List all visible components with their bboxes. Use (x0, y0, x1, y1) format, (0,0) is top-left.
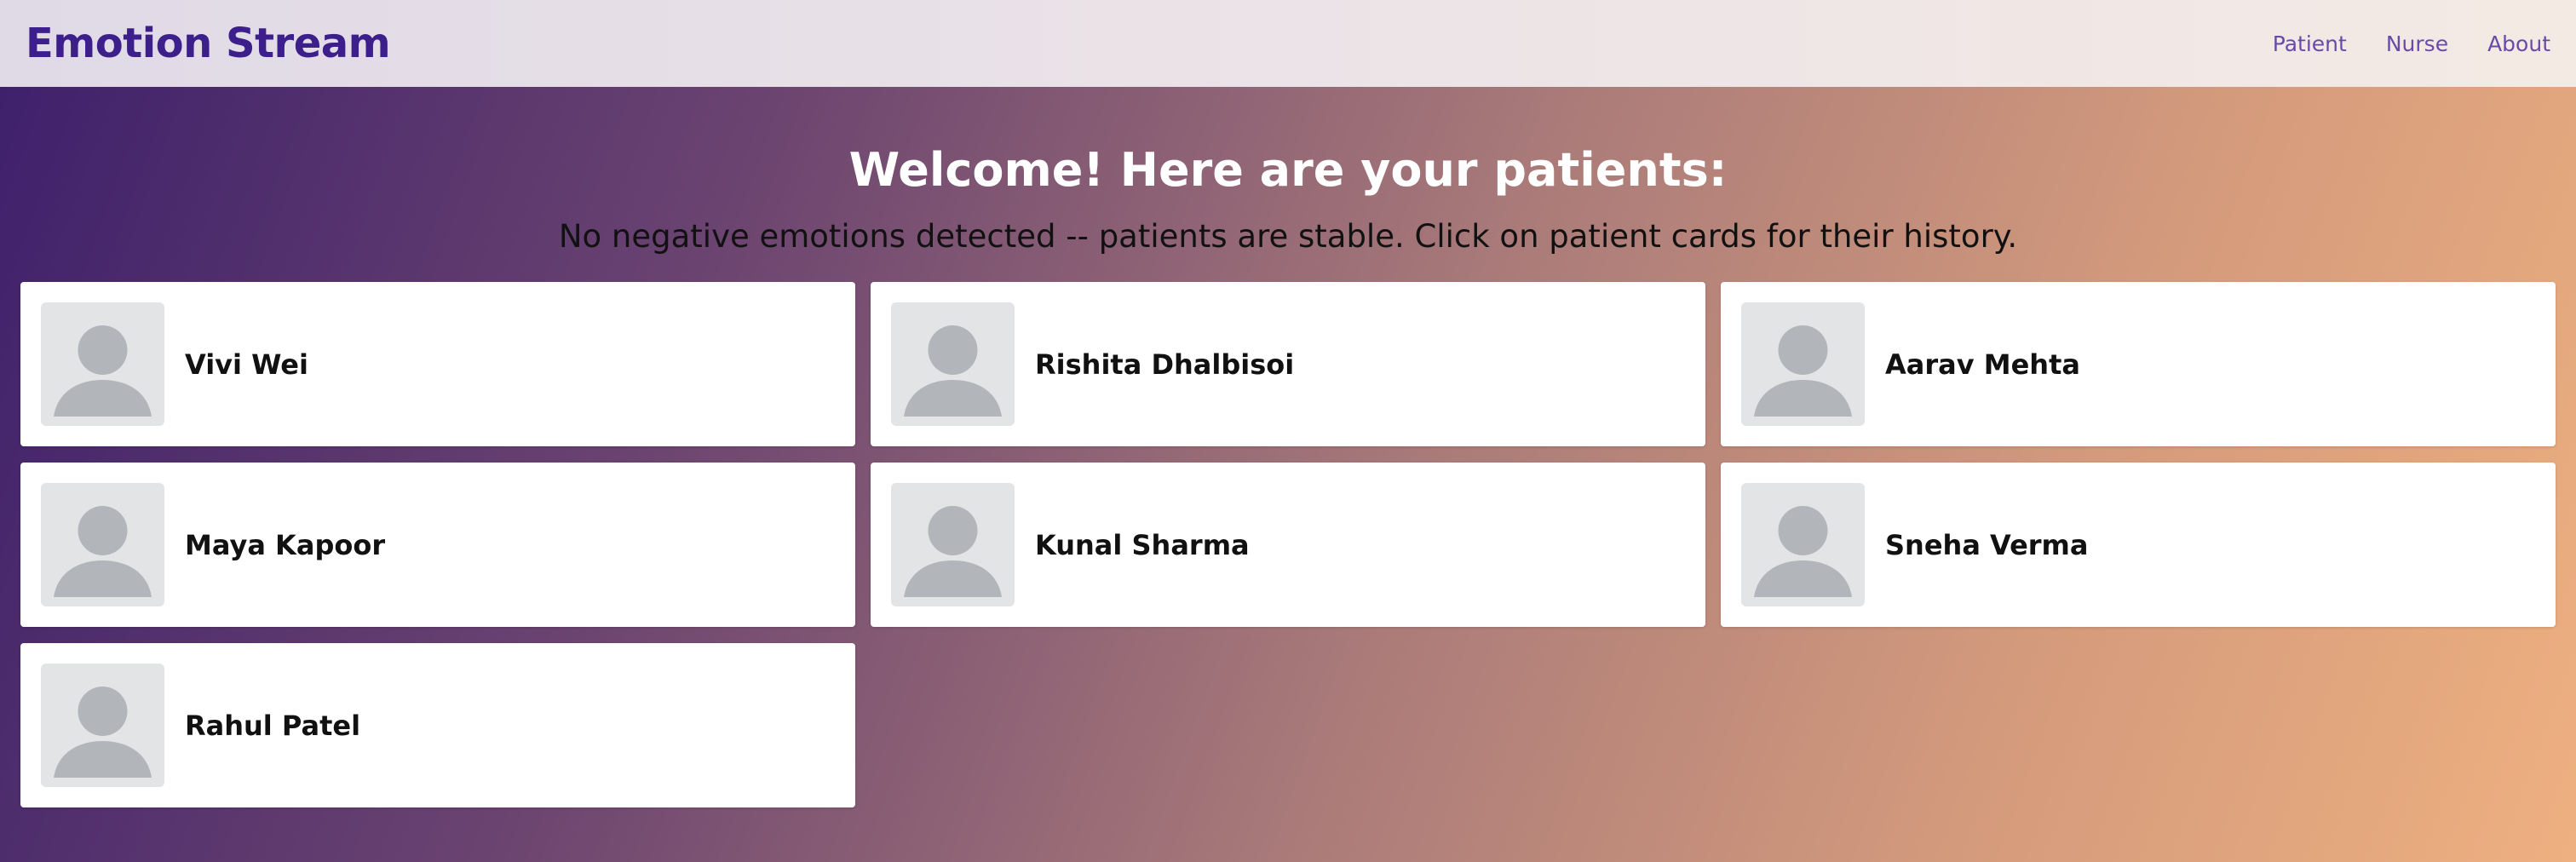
brand-title[interactable]: Emotion Stream (26, 20, 391, 67)
patient-card[interactable]: Rahul Patel (20, 643, 855, 807)
user-avatar-icon (891, 483, 1015, 606)
nav-link-nurse[interactable]: Nurse (2386, 32, 2448, 56)
nav-link-patient[interactable]: Patient (2273, 32, 2347, 56)
patient-name: Vivi Wei (185, 348, 308, 381)
nav-link-about[interactable]: About (2487, 32, 2550, 56)
nav-links: Patient Nurse About (2273, 32, 2550, 56)
patient-name: Kunal Sharma (1035, 528, 1250, 561)
patient-card[interactable]: Kunal Sharma (871, 463, 1705, 627)
user-avatar-icon (891, 302, 1015, 426)
patient-name: Rahul Patel (185, 709, 361, 742)
user-avatar-icon (41, 302, 164, 426)
patient-grid: Vivi Wei Rishita Dhalbisoi Aarav Mehta M… (20, 282, 2556, 807)
patient-name: Aarav Mehta (1885, 348, 2080, 381)
page-heading: Welcome! Here are your patients: (848, 143, 1728, 197)
patient-card[interactable]: Vivi Wei (20, 282, 855, 446)
user-avatar-icon (1741, 302, 1865, 426)
user-avatar-icon (41, 483, 164, 606)
patient-name: Maya Kapoor (185, 528, 386, 561)
user-avatar-icon (41, 664, 164, 787)
patient-card[interactable]: Maya Kapoor (20, 463, 855, 627)
patient-card[interactable]: Rishita Dhalbisoi (871, 282, 1705, 446)
patient-name: Sneha Verma (1885, 528, 2089, 561)
user-avatar-icon (1741, 483, 1865, 606)
main-content: Welcome! Here are your patients: No nega… (0, 87, 2576, 862)
navbar: Emotion Stream Patient Nurse About (0, 0, 2576, 87)
status-message: No negative emotions detected -- patient… (558, 218, 2018, 255)
patient-card[interactable]: Aarav Mehta (1721, 282, 2556, 446)
patient-name: Rishita Dhalbisoi (1035, 348, 1295, 381)
patient-card[interactable]: Sneha Verma (1721, 463, 2556, 627)
